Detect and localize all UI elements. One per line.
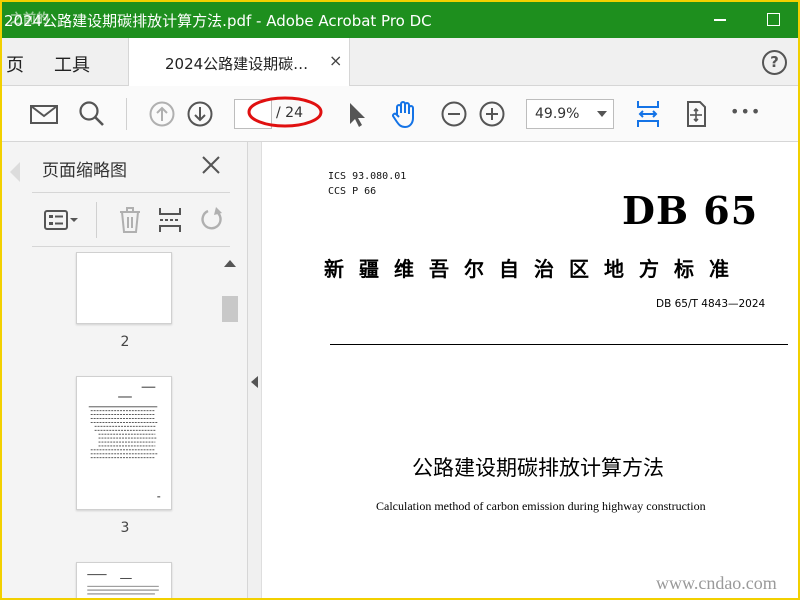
nav-home[interactable]: 页: [6, 51, 24, 77]
watermark-logo: 之前的: [10, 12, 50, 27]
help-icon[interactable]: ?: [762, 50, 787, 75]
zoom-in-icon[interactable]: [476, 98, 508, 130]
chevron-down-icon: [597, 111, 607, 117]
maximize-button[interactable]: [758, 6, 788, 32]
window-title: 2024公路建设期碳排放计算方法.pdf - Adobe Acrobat Pro…: [4, 12, 432, 30]
ics-code: ICS 93.080.01: [328, 171, 407, 182]
db65-logo: DB 65: [622, 188, 759, 233]
email-icon[interactable]: [28, 98, 60, 130]
scroll-up-arrow-icon[interactable]: [224, 260, 236, 267]
acrobat-window: 2024公路建设期碳排放计算方法.pdf - Adobe Acrobat Pro…: [0, 0, 800, 600]
classification-codes: ICS 93.080.01 CCS P 66: [328, 169, 406, 199]
title-bar: 2024公路建设期碳排放计算方法.pdf - Adobe Acrobat Pro…: [2, 2, 798, 38]
panel-pointer: [10, 162, 20, 182]
previous-page-icon[interactable]: [146, 98, 178, 130]
tab-bar: 页 工具 2024公路建设期碳… × ?: [2, 38, 798, 86]
zoom-value: 49.9%: [535, 106, 580, 122]
document-title-chinese: 公路建设期碳排放计算方法: [412, 456, 664, 480]
toolbar: / 24 49.9% •••: [2, 86, 798, 142]
panel-title: 页面缩略图: [42, 161, 127, 181]
document-page: ICS 93.080.01 CCS P 66 DB 65 新疆维吾尔自治区地方标…: [262, 142, 798, 598]
select-cursor-icon[interactable]: [340, 98, 372, 130]
more-tools-icon[interactable]: •••: [730, 102, 762, 134]
minimize-button[interactable]: [706, 6, 736, 32]
zoom-out-icon[interactable]: [438, 98, 470, 130]
close-tab-button[interactable]: ×: [329, 51, 342, 70]
thumbnail-list: 2 3: [32, 252, 218, 598]
thumbnail-label: 3: [120, 520, 130, 536]
page-thumbnail-2[interactable]: [76, 252, 172, 324]
hand-tool-icon[interactable]: [388, 98, 420, 130]
panel-toolbar-divider: [96, 202, 97, 238]
rotate-icon[interactable]: [196, 204, 228, 236]
toolbar-divider: [126, 98, 127, 130]
standard-number: DB 65/T 4843—2024: [656, 298, 766, 310]
search-icon[interactable]: [76, 98, 108, 130]
page-thumbnail-3[interactable]: [76, 376, 172, 510]
panel-divider: [32, 192, 230, 193]
document-title-english: Calculation method of carbon emission du…: [376, 499, 706, 513]
standard-issuer-title: 新疆维吾尔自治区地方标准: [324, 257, 744, 281]
next-page-icon[interactable]: [184, 98, 216, 130]
thumbnail-options-icon[interactable]: [42, 204, 78, 236]
insert-page-icon[interactable]: [154, 204, 186, 236]
zoom-select[interactable]: 49.9%: [526, 99, 614, 129]
document-tab[interactable]: 2024公路建设期碳… ×: [128, 38, 350, 86]
rotate-page-icon[interactable]: [680, 98, 712, 130]
document-tab-label: 2024公路建设期碳…: [165, 55, 309, 73]
thumbnail-label: 2: [120, 334, 130, 350]
thumbnail-scrollbar[interactable]: [220, 252, 240, 598]
site-watermark: www.cndao.com: [656, 573, 777, 593]
nav-tools[interactable]: 工具: [54, 51, 90, 77]
collapse-arrow-icon[interactable]: [251, 376, 258, 388]
red-highlight-ellipse: [247, 96, 323, 128]
panel-collapse-strip[interactable]: [248, 142, 262, 598]
page-thumbnail-4[interactable]: [76, 562, 172, 598]
close-panel-button[interactable]: [198, 152, 224, 178]
delete-page-icon[interactable]: [114, 204, 146, 236]
ccs-code: CCS P 66: [328, 186, 377, 197]
header-rule: [330, 344, 788, 345]
page-thumbnails-panel: 页面缩略图 2 3: [2, 142, 248, 598]
fit-width-icon[interactable]: [632, 98, 664, 130]
scrollbar-thumb[interactable]: [222, 296, 238, 322]
panel-divider: [32, 246, 230, 247]
